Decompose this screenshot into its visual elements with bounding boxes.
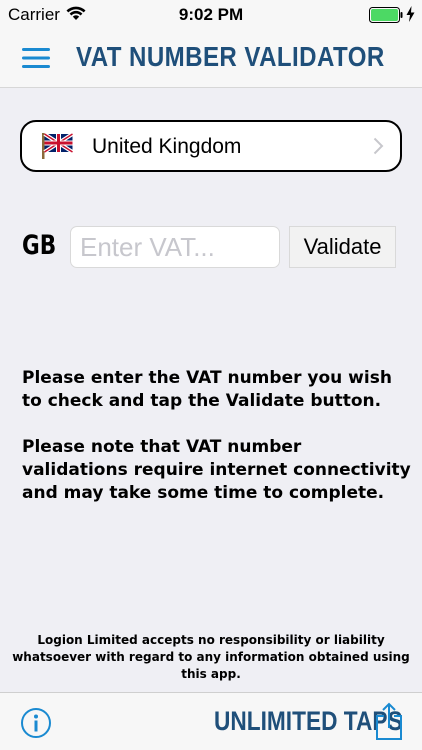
status-time: 9:02 PM bbox=[178, 5, 244, 24]
uk-flag-icon bbox=[42, 132, 74, 159]
info-icon[interactable] bbox=[20, 707, 52, 739]
country-name: United Kingdom bbox=[92, 135, 242, 158]
country-code-label: GB bbox=[22, 230, 57, 261]
hamburger-menu-icon[interactable] bbox=[22, 47, 50, 69]
share-icon[interactable] bbox=[374, 701, 404, 741]
disclaimer-text: Logion Limited accepts no responsibility… bbox=[12, 633, 410, 681]
page-title: VAT NUMBER VALIDATOR bbox=[76, 41, 385, 72]
instructions-paragraph: Please enter the VAT number you wish to … bbox=[22, 368, 392, 411]
status-bar: Carrier 9:02 PM bbox=[0, 0, 422, 30]
chevron-right-icon bbox=[373, 137, 384, 155]
charging-bolt-icon bbox=[406, 6, 415, 22]
vat-number-input[interactable] bbox=[70, 226, 280, 268]
instructions-text: Please enter the VAT number you wish to … bbox=[22, 367, 412, 528]
country-selector[interactable]: United Kingdom bbox=[20, 120, 402, 172]
validate-button[interactable]: Validate bbox=[289, 226, 396, 268]
battery-icon bbox=[369, 7, 403, 23]
bottom-toolbar: UNLIMITED TAPS bbox=[0, 692, 422, 750]
instructions-paragraph: Please note that VAT number validations … bbox=[22, 437, 411, 503]
navigation-bar: VAT NUMBER VALIDATOR bbox=[0, 30, 422, 88]
